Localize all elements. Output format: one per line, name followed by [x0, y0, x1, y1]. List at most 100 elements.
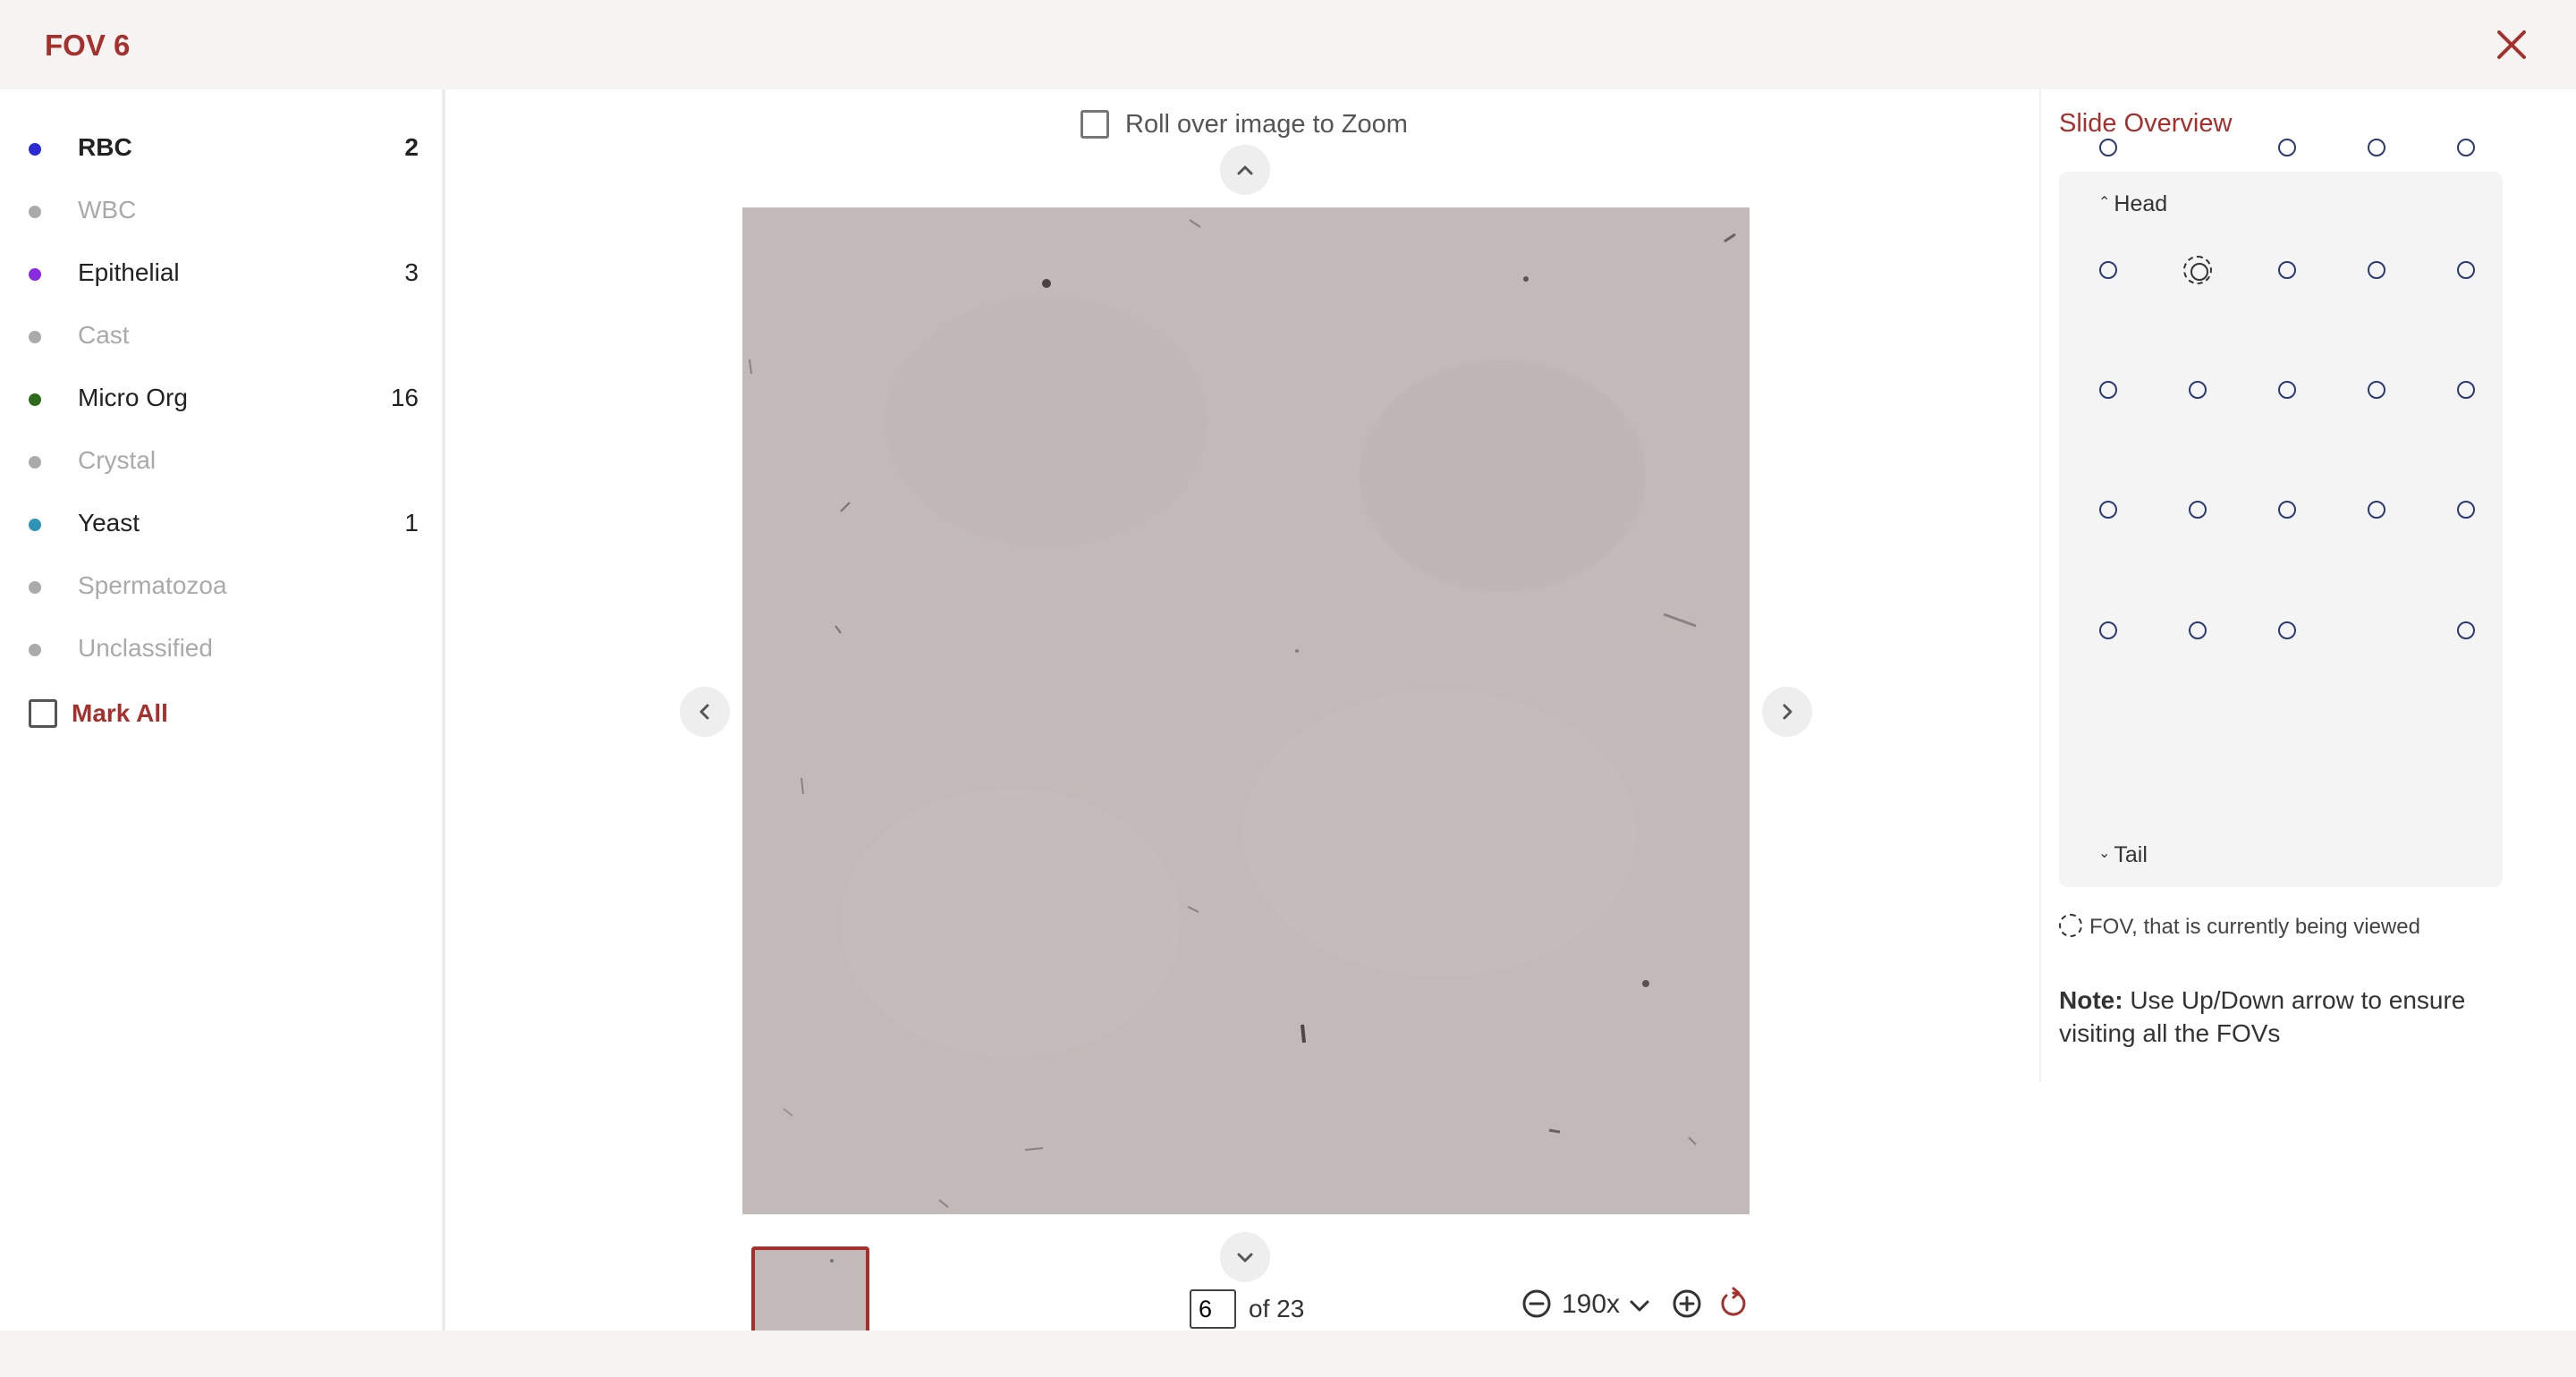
zoom-out-icon	[1522, 1289, 1551, 1318]
mark-all-checkbox[interactable]	[29, 699, 57, 728]
reset-zoom-button[interactable]	[1716, 1286, 1751, 1322]
legend-item-unclassified[interactable]: Unclassified	[0, 618, 442, 680]
roll-over-zoom-checkbox[interactable]	[1080, 110, 1109, 139]
page-number-input[interactable]	[1190, 1289, 1236, 1329]
legend-color-dot	[29, 644, 41, 656]
note-label: Note:	[2059, 986, 2123, 1014]
legend-color-dot	[29, 393, 41, 406]
head-label-text: Head	[2114, 191, 2168, 216]
fov-thumbnail[interactable]	[751, 1246, 869, 1331]
chevron-left-icon	[699, 704, 709, 720]
fov-dot[interactable]	[2457, 501, 2475, 519]
legend-count: 16	[390, 384, 419, 411]
fov-dot[interactable]	[2189, 381, 2207, 399]
legend-item-wbc[interactable]: WBC	[0, 180, 442, 242]
fov-dot[interactable]	[2099, 501, 2117, 519]
mark-all-label: Mark All	[72, 699, 168, 727]
fov-dot[interactable]	[2278, 261, 2296, 279]
chevron-down-icon	[1237, 1253, 1253, 1263]
fov-dot[interactable]	[2457, 381, 2475, 399]
legend-label: RBC	[78, 133, 132, 161]
fov-dot[interactable]	[2278, 621, 2296, 639]
chevron-right-icon	[1783, 704, 1792, 720]
fov-dot[interactable]	[2278, 501, 2296, 519]
chevron-down-icon	[1630, 1300, 1649, 1312]
fov-dot[interactable]	[2457, 139, 2475, 156]
legend-label: Unclassified	[78, 634, 213, 662]
thumbnail-speck	[830, 1259, 834, 1263]
legend-label: WBC	[78, 196, 137, 224]
fov-dot[interactable]	[2457, 621, 2475, 639]
zoom-out-button[interactable]	[1521, 1288, 1553, 1320]
overview-divider	[2039, 89, 2041, 1082]
fov-dot[interactable]	[2457, 261, 2475, 279]
legend-item-rbc[interactable]: RBC 2	[0, 117, 442, 180]
fov-dot[interactable]	[2278, 139, 2296, 156]
zoom-in-button[interactable]	[1671, 1288, 1703, 1320]
previous-fov-up-button[interactable]	[1220, 145, 1270, 195]
close-icon	[2497, 30, 2526, 59]
fov-dot[interactable]	[2099, 381, 2117, 399]
zoom-in-icon	[1673, 1289, 1701, 1318]
legend-label: Spermatozoa	[78, 571, 227, 599]
classification-sidebar: RBC 2 WBC Epithelial 3 Cast Micro Org 16 Crystal…	[0, 89, 445, 1331]
next-fov-down-button[interactable]	[1220, 1232, 1270, 1282]
legend-color-dot	[29, 456, 41, 469]
roll-over-zoom-toggle[interactable]: Roll over image to Zoom	[1080, 109, 1438, 139]
legend-item-crystal[interactable]: Crystal	[0, 430, 442, 493]
legend-color-dot	[29, 519, 41, 531]
chevron-up-icon	[1237, 165, 1253, 175]
zoom-level-value: 190x	[1562, 1289, 1621, 1319]
legend-label: Micro Org	[78, 384, 188, 411]
legend-color-dot	[29, 143, 41, 156]
legend-color-dot	[29, 331, 41, 343]
fov-dot[interactable]	[2099, 139, 2117, 156]
modal-header: FOV 6	[0, 0, 2576, 89]
current-fov-legend-text: FOV, that is currently being viewed	[2089, 915, 2420, 939]
caret-down-icon: ⌄	[2098, 846, 2111, 861]
current-fov-marker-icon	[2059, 914, 2082, 937]
legend-count: 2	[404, 133, 419, 161]
legend-item-spermatozoa[interactable]: Spermatozoa	[0, 555, 442, 618]
fov-dot[interactable]	[2189, 621, 2207, 639]
fov-dot[interactable]	[2189, 501, 2207, 519]
legend-item-epithelial[interactable]: Epithelial 3	[0, 242, 442, 305]
close-button[interactable]	[2487, 20, 2537, 70]
fov-dot[interactable]	[2099, 261, 2117, 279]
fov-title: FOV 6	[45, 29, 131, 62]
mark-all-toggle[interactable]: Mark All	[27, 697, 206, 730]
legend-label: Yeast	[78, 509, 140, 536]
tail-label-text: Tail	[2114, 842, 2148, 867]
fov-dot[interactable]	[2368, 261, 2385, 279]
slide-overview-grid: ⌃ Head ⌄ Tail	[2059, 139, 2503, 887]
previous-image-button[interactable]	[680, 687, 730, 737]
fov-dot[interactable]	[2368, 139, 2385, 156]
legend-count: 1	[404, 509, 419, 536]
fov-dot[interactable]	[2368, 501, 2385, 519]
fov-dot[interactable]	[2099, 621, 2117, 639]
legend-label: Crystal	[78, 446, 157, 474]
legend-item-cast[interactable]: Cast	[0, 305, 442, 367]
legend-color-dot	[29, 206, 41, 218]
head-label: ⌃ Head	[2098, 191, 2167, 217]
legend-color-dot	[29, 268, 41, 281]
legend-item-micro-org[interactable]: Micro Org 16	[0, 367, 442, 430]
legend-label: Epithelial	[78, 258, 180, 286]
microscope-field	[742, 207, 1750, 1214]
legend-item-yeast[interactable]: Yeast 1	[0, 493, 442, 555]
fov-image[interactable]	[742, 207, 1750, 1214]
legend-count: 3	[404, 258, 419, 286]
fov-dot[interactable]	[2278, 381, 2296, 399]
fov-dot[interactable]	[2368, 381, 2385, 399]
reset-icon	[1721, 1287, 1746, 1316]
page-total-label: of 23	[1249, 1295, 1305, 1322]
next-image-button[interactable]	[1762, 687, 1812, 737]
tail-label: ⌄ Tail	[2098, 842, 2148, 868]
zoom-level-dropdown[interactable]	[1626, 1293, 1653, 1320]
roll-over-zoom-label: Roll over image to Zoom	[1125, 110, 1408, 139]
slide-overview-title: Slide Overview	[2059, 109, 2233, 138]
navigation-note: Note: Use Up/Down arrow to ensure visiti…	[2059, 984, 2506, 1050]
legend-color-dot	[29, 581, 41, 594]
fov-dot-current[interactable]	[2183, 256, 2212, 284]
caret-up-icon: ⌃	[2098, 195, 2111, 210]
